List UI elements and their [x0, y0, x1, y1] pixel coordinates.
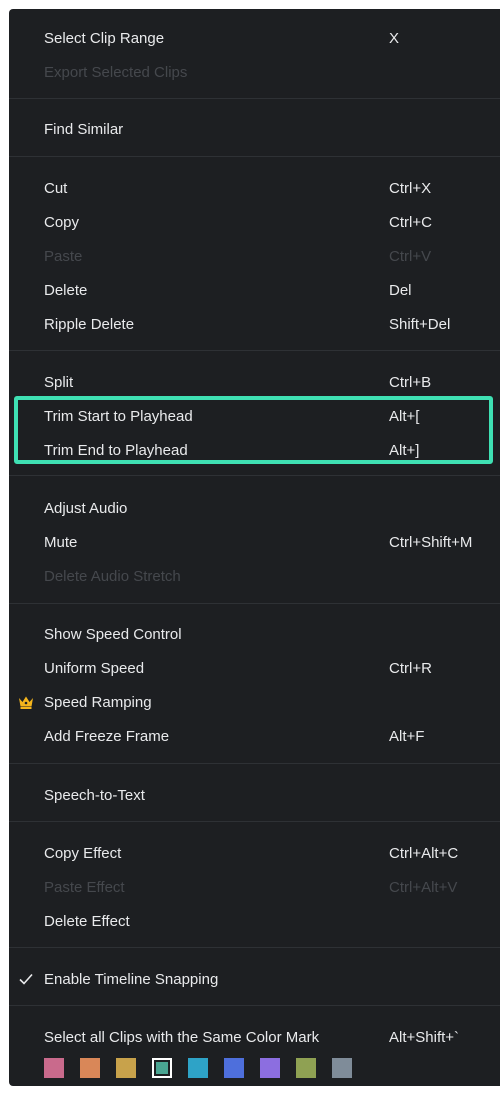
- menu-item-enable-timeline-snapping[interactable]: Enable Timeline Snapping: [9, 964, 500, 994]
- menu-item-paste-effect: Paste Effect Ctrl+Alt+V: [9, 872, 500, 902]
- color-swatch[interactable]: [80, 1058, 100, 1078]
- menu-item-adjust-audio[interactable]: Adjust Audio: [9, 493, 500, 523]
- menu-separator: [9, 475, 500, 476]
- menu-item-shortcut: Ctrl+X: [389, 179, 432, 197]
- menu-item-label: Trim End to Playhead: [44, 441, 188, 459]
- menu-separator: [9, 350, 500, 351]
- color-swatch[interactable]: [116, 1058, 136, 1078]
- crown-icon: [18, 694, 34, 710]
- color-swatch[interactable]: [224, 1058, 244, 1078]
- menu-item-label: Cut: [44, 179, 68, 197]
- menu-separator: [9, 98, 500, 99]
- menu-item-shortcut: X: [389, 29, 400, 47]
- menu-item-uniform-speed[interactable]: Uniform Speed Ctrl+R: [9, 653, 500, 683]
- menu-item-shortcut: Alt+Shift+`: [389, 1028, 460, 1046]
- color-swatch[interactable]: [260, 1058, 280, 1078]
- menu-item-find-similar[interactable]: Find Similar: [9, 114, 500, 144]
- menu-item-label: Delete Effect: [44, 912, 130, 930]
- menu-item-shortcut: Alt+]: [389, 441, 420, 459]
- menu-item-label: Speed Ramping: [44, 693, 152, 711]
- menu-separator: [9, 947, 500, 948]
- menu-item-shortcut: Ctrl+R: [389, 659, 432, 677]
- color-swatch[interactable]: [188, 1058, 208, 1078]
- menu-item-paste: Paste Ctrl+V: [9, 241, 500, 271]
- menu-item-shortcut: Ctrl+C: [389, 213, 432, 231]
- menu-item-shortcut: Ctrl+B: [389, 373, 432, 391]
- context-menu: Select Clip Range X Export Selected Clip…: [9, 9, 500, 1086]
- menu-item-label: Copy: [44, 213, 80, 231]
- menu-item-add-freeze-frame[interactable]: Add Freeze Frame Alt+F: [9, 721, 500, 751]
- menu-item-select-same-color[interactable]: Select all Clips with the Same Color Mar…: [9, 1022, 500, 1052]
- menu-separator: [9, 156, 500, 157]
- menu-item-label: Mute: [44, 533, 78, 551]
- menu-item-shortcut: Alt+F: [389, 727, 425, 745]
- menu-separator: [9, 603, 500, 604]
- menu-item-label: Adjust Audio: [44, 499, 128, 517]
- menu-separator: [9, 1005, 500, 1006]
- menu-item-label: Paste Effect: [44, 878, 125, 896]
- checkmark-icon: [18, 971, 34, 987]
- menu-item-shortcut: Del: [389, 281, 412, 299]
- menu-item-speed-ramping[interactable]: Speed Ramping: [9, 687, 500, 717]
- menu-separator: [9, 821, 500, 822]
- menu-item-label: Enable Timeline Snapping: [44, 970, 219, 988]
- menu-item-label: Select all Clips with the Same Color Mar…: [44, 1028, 320, 1046]
- menu-separator: [9, 763, 500, 764]
- menu-item-shortcut: Ctrl+Alt+C: [389, 844, 459, 862]
- menu-item-delete-effect[interactable]: Delete Effect: [9, 906, 500, 936]
- menu-item-label: Copy Effect: [44, 844, 122, 862]
- color-swatch[interactable]: [152, 1058, 172, 1078]
- menu-item-label: Delete: [44, 281, 88, 299]
- menu-item-show-speed-control[interactable]: Show Speed Control: [9, 619, 500, 649]
- menu-item-copy-effect[interactable]: Copy Effect Ctrl+Alt+C: [9, 838, 500, 868]
- menu-item-shortcut: Ctrl+Alt+V: [389, 878, 458, 896]
- menu-item-delete-audio-stretch: Delete Audio Stretch: [9, 561, 500, 591]
- menu-item-trim-start-to-playhead[interactable]: Trim Start to Playhead Alt+[: [9, 401, 500, 431]
- menu-item-shortcut: Shift+Del: [389, 315, 451, 333]
- menu-item-label: Export Selected Clips: [44, 63, 188, 81]
- menu-item-mute[interactable]: Mute Ctrl+Shift+M: [9, 527, 500, 557]
- menu-item-export-selected-clips: Export Selected Clips: [9, 57, 500, 87]
- menu-item-delete[interactable]: Delete Del: [9, 275, 500, 305]
- menu-item-cut[interactable]: Cut Ctrl+X: [9, 173, 500, 203]
- menu-item-select-clip-range[interactable]: Select Clip Range X: [9, 23, 500, 53]
- menu-item-label: Add Freeze Frame: [44, 727, 170, 745]
- menu-item-speech-to-text[interactable]: Speech-to-Text: [9, 780, 500, 810]
- menu-item-label: Split: [44, 373, 74, 391]
- menu-item-label: Find Similar: [44, 120, 124, 138]
- menu-item-ripple-delete[interactable]: Ripple Delete Shift+Del: [9, 309, 500, 339]
- menu-item-trim-end-to-playhead[interactable]: Trim End to Playhead Alt+]: [9, 435, 500, 465]
- menu-item-copy[interactable]: Copy Ctrl+C: [9, 207, 500, 237]
- color-swatch[interactable]: [44, 1058, 64, 1078]
- menu-item-label: Uniform Speed: [44, 659, 145, 677]
- menu-item-split[interactable]: Split Ctrl+B: [9, 367, 500, 397]
- menu-item-label: Show Speed Control: [44, 625, 182, 643]
- menu-item-label: Trim Start to Playhead: [44, 407, 193, 425]
- menu-item-shortcut: Ctrl+Shift+M: [389, 533, 473, 551]
- color-swatch[interactable]: [296, 1058, 316, 1078]
- menu-item-label: Ripple Delete: [44, 315, 135, 333]
- menu-item-label: Select Clip Range: [44, 29, 165, 47]
- menu-item-shortcut: Alt+[: [389, 407, 420, 425]
- menu-item-label: Speech-to-Text: [44, 786, 145, 804]
- color-swatch[interactable]: [332, 1058, 352, 1078]
- menu-item-label: Paste: [44, 247, 83, 265]
- menu-item-shortcut: Ctrl+V: [389, 247, 432, 265]
- menu-item-label: Delete Audio Stretch: [44, 567, 181, 585]
